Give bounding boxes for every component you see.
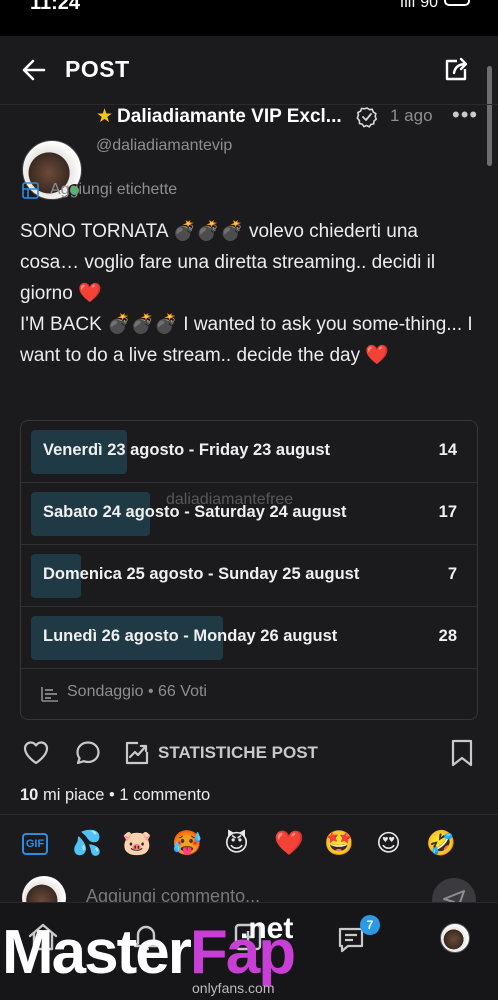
add-tags-label: Aggiungi etichette: [50, 181, 178, 198]
bookmark-icon[interactable]: [450, 739, 474, 767]
poll-icon: [41, 687, 58, 702]
likes-count: 10: [20, 786, 39, 804]
poll-type: Sondaggio: [67, 683, 144, 700]
reaction-emoji[interactable]: 😈: [224, 828, 249, 860]
poll-option-votes: 7: [447, 565, 457, 583]
counts-separator: •: [109, 786, 115, 804]
back-arrow-icon[interactable]: [20, 56, 48, 84]
reaction-emoji[interactable]: 🐷: [122, 828, 152, 860]
reaction-emoji[interactable]: 💦: [72, 828, 102, 860]
post-screen: POST ★ Daliadiamante VIP Excl... 1 ago ••…: [0, 36, 498, 1000]
likes-label[interactable]: mi piace: [43, 786, 104, 804]
author-name[interactable]: ★ Daliadiamante VIP Excl...: [96, 105, 342, 128]
author-name-text: Daliadiamante VIP Excl...: [117, 106, 342, 127]
poll-total-votes: 66 Voti: [158, 683, 207, 700]
battery-icon: [444, 0, 470, 6]
top-bar: POST: [0, 36, 498, 104]
profile-avatar[interactable]: [440, 923, 470, 953]
post-actions: STATISTICHE POST: [0, 736, 498, 772]
status-time: 11:24: [30, 0, 81, 14]
post-statistics-button[interactable]: STATISTICHE POST: [158, 743, 318, 763]
poll-separator: •: [147, 683, 154, 700]
gif-button[interactable]: GIF: [22, 833, 48, 855]
logo-master-text: Master: [2, 918, 192, 987]
verified-icon: [356, 107, 378, 128]
comments-count[interactable]: 1 commento: [119, 786, 210, 804]
reaction-emoji[interactable]: 🥵: [172, 828, 202, 860]
quick-reactions: GIF 💦 🐷 🥵 😈 ❤️ 🤩 😍 🤣: [0, 828, 498, 868]
post-text-english: I'M BACK 💣💣💣 I wanted to ask you some-th…: [20, 314, 473, 366]
poll-summary: Sondaggio • 66 Voti: [67, 683, 207, 701]
post-text-italian: SONO TORNATA 💣💣💣 volevo chiederti una co…: [20, 221, 436, 304]
poll-option-votes: 17: [438, 503, 457, 521]
poll-option[interactable]: Domenica 25 agosto - Sunday 25 august 7: [21, 545, 477, 607]
reaction-emoji[interactable]: 🤩: [324, 828, 354, 860]
post-time: 1 ago: [390, 106, 433, 125]
like-heart-icon[interactable]: [22, 739, 50, 767]
messages-badge: 7: [360, 915, 380, 935]
logo-net-text: .net: [240, 912, 294, 945]
reaction-emoji[interactable]: ❤️: [274, 828, 304, 860]
scrollbar[interactable]: [487, 66, 492, 166]
author-handle[interactable]: @daliadiamantevip: [96, 137, 232, 155]
status-bar: 11:24 ıllı 90: [0, 0, 498, 36]
poll-option-votes: 14: [438, 441, 457, 459]
poll-option-label: Venerdì 23 agosto - Friday 23 august: [43, 441, 331, 459]
reaction-emoji[interactable]: 🤣: [426, 828, 456, 860]
more-options-icon[interactable]: •••: [452, 102, 478, 128]
divider: [0, 814, 498, 815]
poll-option-votes: 28: [438, 627, 457, 645]
poll-option-label: Lunedì 26 agosto - Monday 26 august: [43, 627, 338, 645]
share-icon[interactable]: [442, 56, 470, 84]
poll-option[interactable]: Lunedì 26 agosto - Monday 26 august 28: [21, 607, 477, 669]
poll-option-label: Domenica 25 agosto - Sunday 25 august: [43, 565, 360, 583]
signal-indicator: ıllı 90: [399, 0, 438, 11]
poll-footer: Sondaggio • 66 Voti: [21, 669, 477, 719]
reaction-emoji[interactable]: 😍: [376, 828, 401, 860]
poll-option[interactable]: Venerdì 23 agosto - Friday 23 august 14: [21, 421, 477, 483]
comment-icon[interactable]: [74, 739, 102, 767]
post-body: SONO TORNATA 💣💣💣 volevo chiederti una co…: [20, 216, 480, 371]
stats-icon[interactable]: [124, 740, 150, 766]
url-bar-text: onlyfans.com: [192, 980, 275, 996]
engagement-counts: 10 mi piace • 1 commento: [20, 786, 210, 805]
page-title: POST: [65, 56, 130, 82]
watermark: daliadiamantefree: [166, 491, 294, 508]
poll: Venerdì 23 agosto - Friday 23 august 14 Sa…: [20, 420, 478, 720]
star-icon: ★: [96, 106, 114, 127]
label-icon: [22, 182, 39, 199]
